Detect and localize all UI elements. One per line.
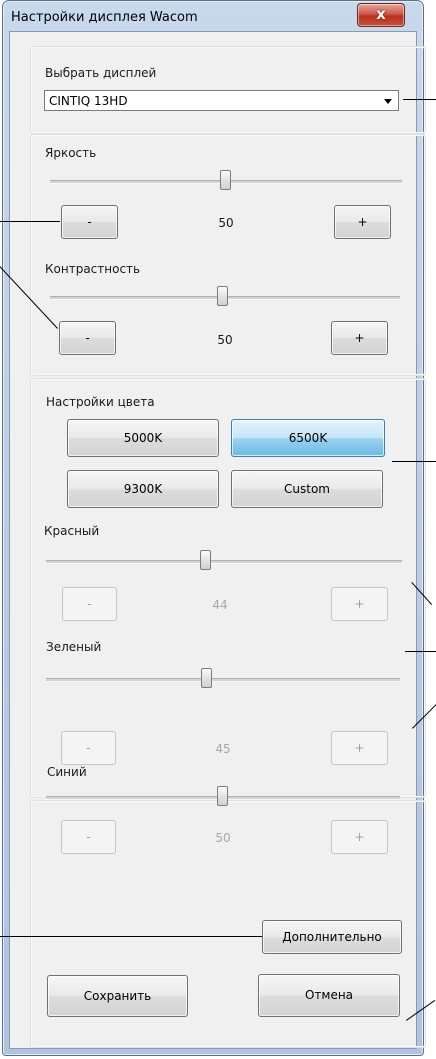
blue-value: 50	[215, 831, 231, 845]
contrast-slider-thumb[interactable]	[217, 286, 228, 306]
blue-plus-button[interactable]: +	[331, 820, 388, 854]
display-label: Выбрать дисплей	[45, 66, 157, 80]
callout-line-presets	[392, 461, 436, 462]
preset-9300k-button[interactable]: 9300K	[67, 470, 219, 508]
contrast-label: Контрастность	[45, 262, 141, 276]
callout-line-brightness	[0, 221, 60, 222]
brightness-value: 50	[218, 216, 234, 230]
green-plus-button[interactable]: +	[331, 731, 388, 765]
cancel-button[interactable]: Отмена	[258, 974, 400, 1017]
preset-5000k-button[interactable]: 5000K	[67, 419, 219, 457]
red-slider-track[interactable]	[46, 560, 402, 564]
red-minus-button[interactable]: -	[62, 587, 117, 621]
blue-minus-button[interactable]: -	[61, 820, 116, 854]
save-button[interactable]: Сохранить	[47, 975, 188, 1017]
close-icon: x	[376, 5, 386, 23]
brightness-minus-button[interactable]: -	[61, 205, 118, 239]
color-settings-label: Настройки цвета	[46, 395, 155, 409]
green-minus-button[interactable]: -	[61, 731, 116, 765]
contrast-plus-button[interactable]: +	[331, 321, 388, 355]
blue-label: Синий	[47, 765, 87, 779]
brightness-slider-thumb[interactable]	[220, 170, 231, 190]
callout-line-advanced	[0, 936, 262, 937]
preset-custom-button[interactable]: Custom	[231, 470, 383, 508]
display-select[interactable]: CINTIQ 13HD	[44, 90, 399, 111]
brightness-label: Яркость	[45, 146, 97, 160]
contrast-minus-button[interactable]: -	[59, 321, 116, 355]
red-value: 44	[212, 598, 228, 612]
callout-line-display	[403, 99, 436, 100]
display-select-value: CINTIQ 13HD	[49, 94, 128, 108]
red-plus-button[interactable]: +	[331, 587, 388, 621]
green-slider-thumb[interactable]	[201, 668, 212, 688]
preset-6500k-button[interactable]: 6500K	[231, 419, 385, 457]
window-title: Настройки дисплея Wacom	[11, 10, 198, 25]
title-bar[interactable]: Настройки дисплея Wacom x	[3, 1, 423, 35]
close-button[interactable]: x	[357, 3, 405, 27]
green-label: Зеленый	[46, 640, 102, 654]
green-value: 45	[215, 742, 231, 756]
red-label: Красный	[44, 524, 100, 538]
brightness-plus-button[interactable]: +	[334, 205, 391, 239]
red-slider-thumb[interactable]	[200, 550, 211, 570]
callout-line-green	[405, 651, 436, 652]
green-slider-track[interactable]	[46, 678, 400, 682]
contrast-value: 50	[217, 333, 233, 347]
chevron-down-icon	[384, 99, 392, 104]
blue-slider-thumb[interactable]	[217, 786, 228, 806]
advanced-button[interactable]: Дополнительно	[262, 920, 402, 954]
